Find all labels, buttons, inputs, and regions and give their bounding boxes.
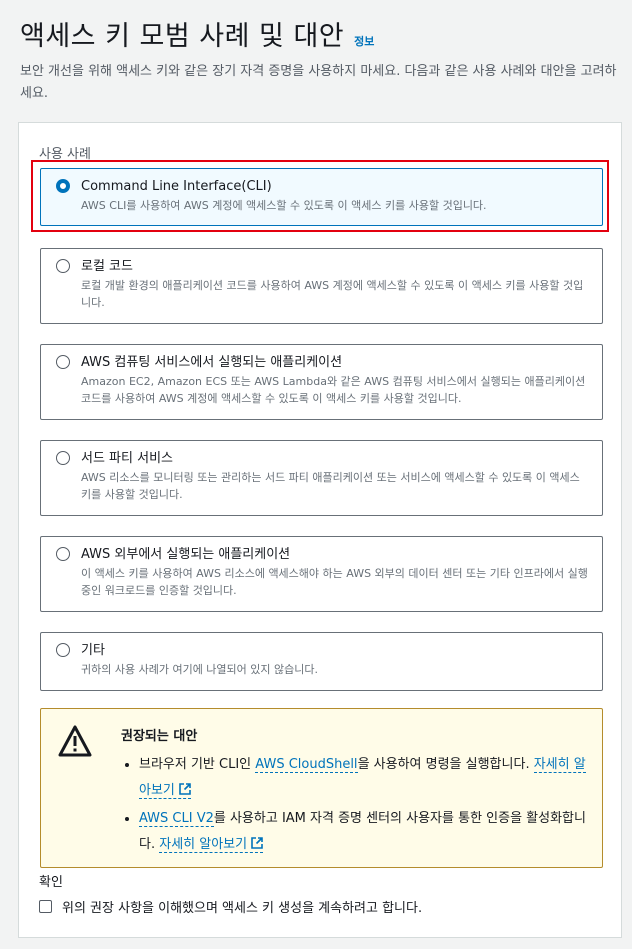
cloudshell-link[interactable]: AWS CloudShell xyxy=(255,757,358,773)
option-title: 기타 xyxy=(81,643,105,658)
page-description: 보안 개선을 위해 액세스 키와 같은 장기 자격 증명을 사용하지 마세요. … xyxy=(20,64,617,101)
use-case-panel: 사용 사례 Command Line Interface(CLI) AWS CL… xyxy=(18,122,622,938)
confirm-checkbox[interactable] xyxy=(39,900,52,913)
option-title: AWS 컴퓨팅 서비스에서 실행되는 애플리케이션 xyxy=(81,355,343,370)
option-aws-compute[interactable]: AWS 컴퓨팅 서비스에서 실행되는 애플리케이션 Amazon EC2, Am… xyxy=(40,344,603,420)
learn-more-link-2[interactable]: 자세히 알아보기 xyxy=(159,837,264,853)
radio-local-code[interactable] xyxy=(56,259,70,273)
confirm-checkbox-label[interactable]: 위의 권장 사항을 이해했으며 액세스 키 생성을 계속하려고 합니다. xyxy=(62,897,422,916)
option-title: AWS 외부에서 실행되는 애플리케이션 xyxy=(81,547,291,562)
option-outside-aws[interactable]: AWS 외부에서 실행되는 애플리케이션 이 액세스 키를 사용하여 AWS 리… xyxy=(40,536,603,612)
title-row: 액세스 키 모범 사례 및 대안 정보 xyxy=(20,14,622,53)
option-third-party[interactable]: 서드 파티 서비스 AWS 리소스를 모니터링 또는 관리하는 서드 파티 애플… xyxy=(40,440,603,516)
option-description: AWS 리소스를 모니터링 또는 관리하는 서드 파티 애플리케이션 또는 서비… xyxy=(81,471,580,501)
option-title: Command Line Interface(CLI) xyxy=(81,179,272,194)
confirm-row[interactable]: 위의 권장 사항을 이해했으며 액세스 키 생성을 계속하려고 합니다. xyxy=(39,897,422,916)
learn-more-label: 자세히 알아보기 xyxy=(159,837,248,852)
cli-v2-link[interactable]: AWS CLI V2 xyxy=(139,811,214,827)
option-description: AWS CLI를 사용하여 AWS 계정에 액세스할 수 있도록 이 액세스 키… xyxy=(81,199,487,212)
option-description: 귀하의 사용 사례가 여기에 나열되어 있지 않습니다. xyxy=(81,663,318,676)
option-title: 서드 파티 서비스 xyxy=(81,451,173,466)
external-link-icon xyxy=(251,837,263,849)
confirm-label: 확인 xyxy=(39,875,63,890)
external-link-icon xyxy=(179,783,191,795)
radio-third-party[interactable] xyxy=(56,451,70,465)
alert-title: 권장되는 대안 xyxy=(121,729,198,744)
option-other[interactable]: 기타 귀하의 사용 사례가 여기에 나열되어 있지 않습니다. xyxy=(40,632,603,691)
info-link[interactable]: 정보 xyxy=(354,33,374,49)
option-cli[interactable]: Command Line Interface(CLI) AWS CLI를 사용하… xyxy=(40,168,603,226)
radio-other[interactable] xyxy=(56,643,70,657)
option-title: 로컬 코드 xyxy=(81,259,133,274)
radio-outside-aws[interactable] xyxy=(56,547,70,561)
page-header: 액세스 키 모범 사례 및 대안 정보 보안 개선을 위해 액세스 키와 같은 … xyxy=(20,14,622,105)
warning-icon xyxy=(58,725,92,757)
option-description: Amazon EC2, Amazon ECS 또는 AWS Lambda와 같은… xyxy=(81,375,586,405)
alt-text: 을 사용하여 명령을 실행합니다. xyxy=(357,757,534,772)
recommended-alternatives-alert: 권장되는 대안 브라우저 기반 CLI인 AWS CloudShell을 사용하… xyxy=(40,708,603,868)
alt-text: 브라우저 기반 CLI인 xyxy=(139,757,256,772)
radio-cli[interactable] xyxy=(56,179,70,193)
option-description: 로컬 개발 환경의 애플리케이션 코드를 사용하여 AWS 계정에 액세스할 수… xyxy=(81,279,584,309)
page-title: 액세스 키 모범 사례 및 대안 xyxy=(20,21,345,52)
alternative-cloudshell: 브라우저 기반 CLI인 AWS CloudShell을 사용하여 명령을 실행… xyxy=(139,752,586,804)
alternative-cli-v2: AWS CLI V2를 사용하고 IAM 자격 증명 센터의 사용자를 통한 인… xyxy=(139,806,586,858)
use-case-label: 사용 사례 xyxy=(39,147,91,162)
option-description: 이 액세스 키를 사용하여 AWS 리소스에 액세스해야 하는 AWS 외부의 … xyxy=(81,567,588,597)
alternatives-list: 브라우저 기반 CLI인 AWS CloudShell을 사용하여 명령을 실행… xyxy=(121,752,586,858)
option-local-code[interactable]: 로컬 코드 로컬 개발 환경의 애플리케이션 코드를 사용하여 AWS 계정에 … xyxy=(40,248,603,324)
radio-aws-compute[interactable] xyxy=(56,355,70,369)
